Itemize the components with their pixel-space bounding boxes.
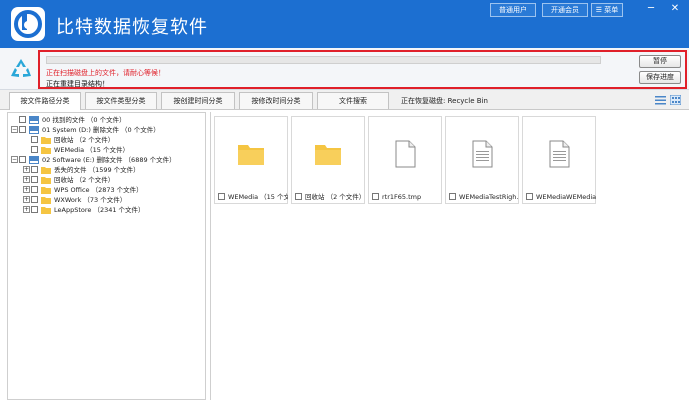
folder-icon xyxy=(41,147,51,154)
folder-icon xyxy=(41,167,51,174)
app-title: 比特数据恢复软件 xyxy=(56,17,208,38)
file-checkbox[interactable] xyxy=(295,193,302,200)
tree-node-label: WEMedia （15 个文件） xyxy=(54,146,129,154)
pause-button[interactable]: 暂停 xyxy=(639,55,681,68)
tab-by-modified-time[interactable]: 按修改时间分类 xyxy=(239,92,313,109)
tree-node-label: 回收站 （2 个文件） xyxy=(54,176,115,184)
scan-message: 正在扫描磁盘上的文件，请耐心等候！ xyxy=(46,69,165,77)
expand-icon[interactable]: + xyxy=(23,206,30,213)
folder-icon xyxy=(41,197,51,204)
file-label: 回收站 （2 个文件） xyxy=(305,193,365,201)
save-progress-button[interactable]: 保存进度 xyxy=(639,71,681,84)
tree-node-label: WPS Office （2873 个文件） xyxy=(54,186,143,194)
folder-icon xyxy=(41,177,51,184)
folder-icon xyxy=(315,145,341,165)
drive-icon xyxy=(29,116,39,124)
scan-progress-bar xyxy=(46,56,601,64)
tab-by-type[interactable]: 按文件类型分类 xyxy=(85,92,157,109)
tree-checkbox[interactable] xyxy=(19,126,26,133)
file-label: WEMedia （15 个文件） xyxy=(228,193,288,201)
tree-checkbox[interactable] xyxy=(31,146,38,153)
tab-file-search[interactable]: 文件搜索 xyxy=(317,92,389,109)
tree-checkbox[interactable] xyxy=(31,136,38,143)
expand-icon[interactable]: + xyxy=(23,196,30,203)
title-bar: 比特数据恢复软件 普通用户 开通会员 ☰ 菜单 ─ ✕ xyxy=(0,0,689,48)
scan-status-area: 正在扫描磁盘上的文件，请耐心等候！ 正在重建目录结构！ 暂停 保存进度 xyxy=(0,48,689,90)
expand-icon[interactable]: + xyxy=(23,186,30,193)
normal-user-button[interactable]: 普通用户 xyxy=(490,3,536,17)
file-label: WEMediaTestRigh... xyxy=(459,193,519,201)
tree-checkbox[interactable] xyxy=(31,206,38,213)
tree-node-label: 00 找到的文件 （0 个文件） xyxy=(42,116,126,124)
file-label: rtr1F65.tmp xyxy=(382,193,422,201)
folder-icon xyxy=(41,207,51,214)
tree-checkbox[interactable] xyxy=(19,156,26,163)
drive-icon xyxy=(29,126,39,134)
menu-label: 菜单 xyxy=(604,6,619,14)
folder-icon xyxy=(41,187,51,194)
minimize-button[interactable]: ─ xyxy=(642,2,660,16)
tree-checkbox[interactable] xyxy=(31,176,38,183)
tree-node-label: 回收站 （2 个文件） xyxy=(54,136,115,144)
open-member-button[interactable]: 开通会员 xyxy=(542,3,588,17)
tab-by-path[interactable]: 按文件路径分类 xyxy=(9,92,81,110)
file-grid: WEMedia （15 个文件） 回收站 （2 个文件） rtr1F65.tmp… xyxy=(210,112,689,400)
document-icon xyxy=(472,140,493,168)
document-icon xyxy=(549,140,570,168)
menu-button[interactable]: ☰ 菜单 xyxy=(591,3,623,17)
collapse-icon[interactable]: − xyxy=(11,156,18,163)
grid-view-icon[interactable] xyxy=(670,95,681,105)
tree-checkbox[interactable] xyxy=(31,186,38,193)
folder-tree: 00 找到的文件 （0 个文件） − 01 System (D:) 删除文件 （… xyxy=(7,112,206,400)
scan-progress-panel: 正在扫描磁盘上的文件，请耐心等候！ 正在重建目录结构！ 暂停 保存进度 xyxy=(38,50,687,89)
file-label: WEMediaWEMedia... xyxy=(536,193,596,201)
file-item[interactable]: WEMediaWEMedia... xyxy=(522,116,596,204)
collapse-icon[interactable]: − xyxy=(11,126,18,133)
tab-by-created-time[interactable]: 按创建时间分类 xyxy=(161,92,235,109)
tree-node-label: WXWork （73 个文件） xyxy=(54,196,127,204)
recycle-icon xyxy=(11,59,31,77)
tab-bar: 按文件路径分类 按文件类型分类 按创建时间分类 按修改时间分类 文件搜索 正在恢… xyxy=(0,90,689,110)
file-checkbox[interactable] xyxy=(218,193,225,200)
tree-checkbox[interactable] xyxy=(19,116,26,123)
list-view-icon[interactable] xyxy=(655,95,666,105)
close-button[interactable]: ✕ xyxy=(666,2,684,16)
file-item[interactable]: WEMediaTestRigh... xyxy=(445,116,519,204)
file-checkbox[interactable] xyxy=(372,193,379,200)
file-item[interactable]: WEMedia （15 个文件） xyxy=(214,116,288,204)
file-checkbox[interactable] xyxy=(449,193,456,200)
tree-node-label: 丢失的文件 （1599 个文件） xyxy=(54,166,140,174)
current-disk-label: 正在恢复磁盘: Recycle Bin xyxy=(401,97,488,105)
folder-icon xyxy=(41,137,51,144)
rebuild-message: 正在重建目录结构！ xyxy=(46,80,109,88)
tree-checkbox[interactable] xyxy=(31,196,38,203)
drive-icon xyxy=(29,156,39,164)
tree-node-label: LeAppStore （2341 个文件） xyxy=(54,206,145,214)
expand-icon[interactable]: + xyxy=(23,176,30,183)
folder-icon xyxy=(238,145,264,165)
tree-node-label: 01 System (D:) 删除文件 （0 个文件） xyxy=(42,126,160,134)
tree-checkbox[interactable] xyxy=(31,166,38,173)
file-item[interactable]: rtr1F65.tmp xyxy=(368,116,442,204)
file-checkbox[interactable] xyxy=(526,193,533,200)
app-logo-icon xyxy=(11,7,45,41)
menu-icon: ☰ xyxy=(595,6,605,14)
file-item[interactable]: 回收站 （2 个文件） xyxy=(291,116,365,204)
file-icon xyxy=(395,140,416,168)
tree-node-label: 02 Software (E:) 删除文件 （6889 个文件） xyxy=(42,156,176,164)
expand-icon[interactable]: + xyxy=(23,166,30,173)
